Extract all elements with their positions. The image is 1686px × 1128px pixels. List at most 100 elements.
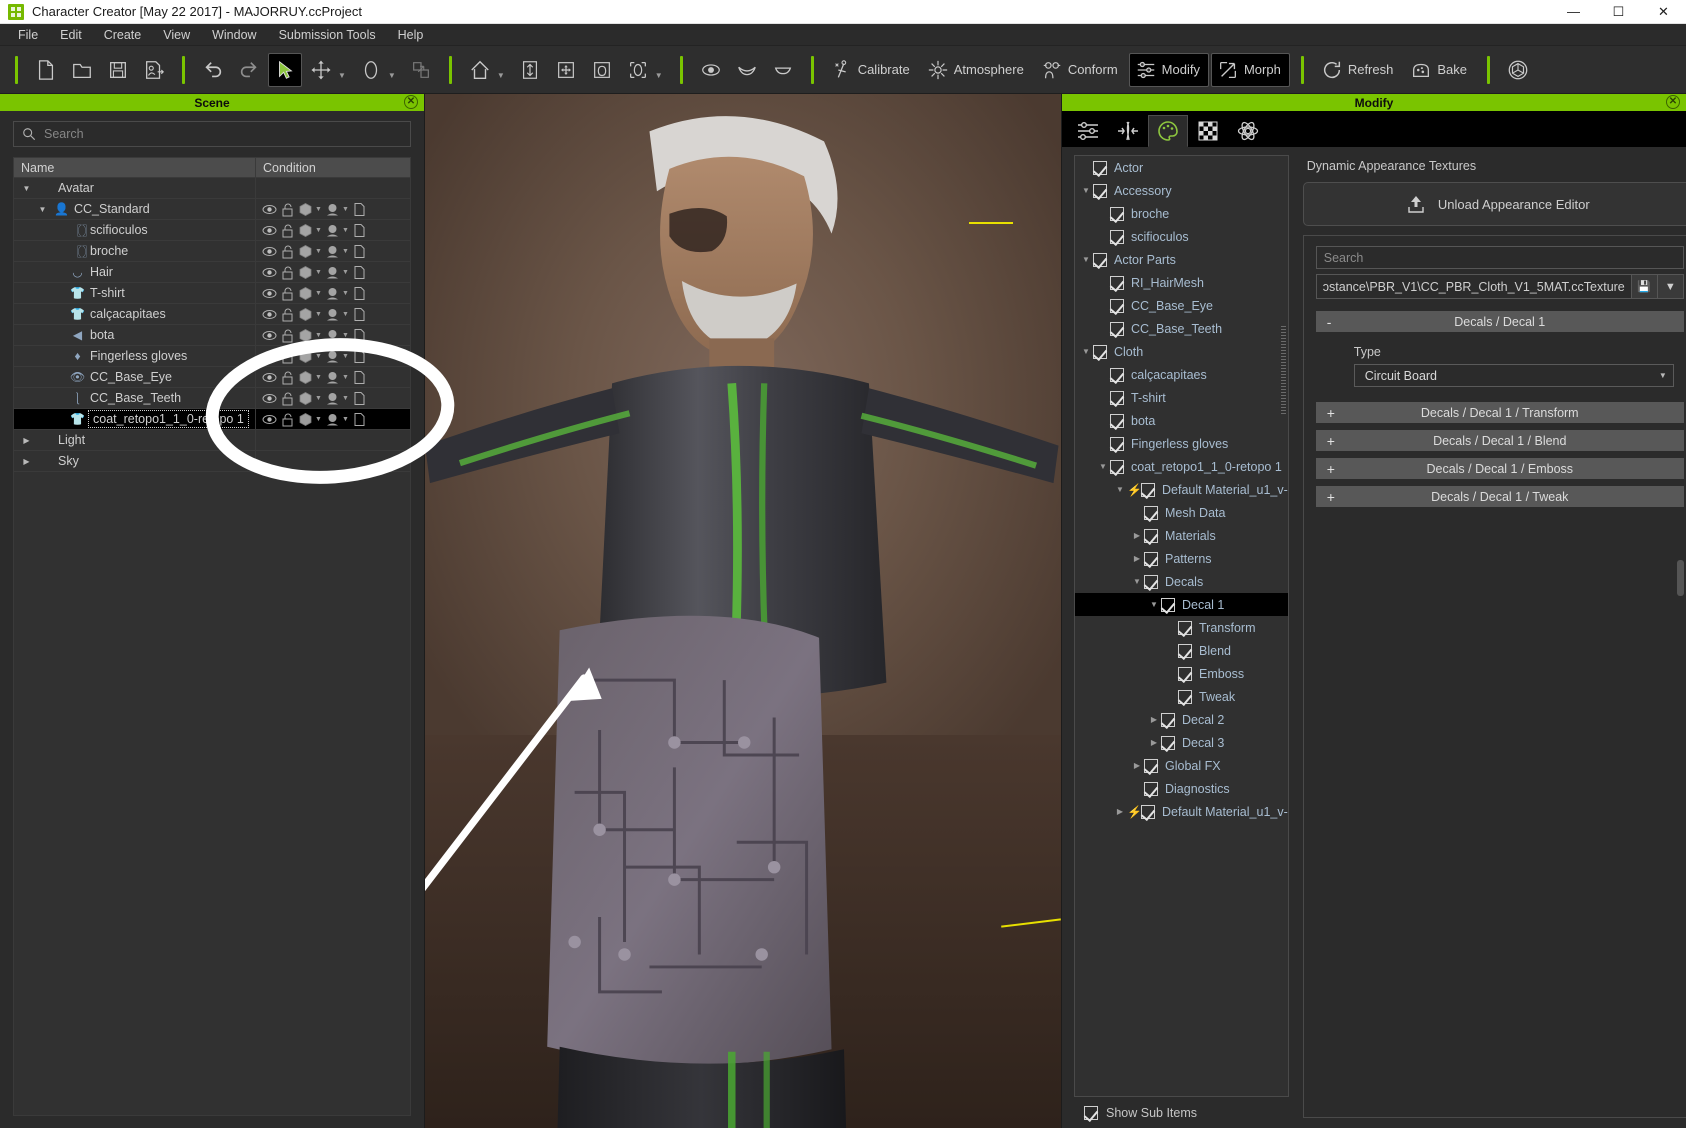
- material-sphere-icon[interactable]: [324, 327, 341, 343]
- layer-page-icon[interactable]: [351, 348, 368, 364]
- tree-item-checkbox[interactable]: [1144, 574, 1158, 589]
- visibility-eye-icon[interactable]: [261, 390, 278, 406]
- move-tool-button[interactable]: ▼: [304, 53, 352, 87]
- export-button[interactable]: [137, 53, 171, 87]
- tree-item-checkbox[interactable]: [1141, 482, 1155, 497]
- redo-button[interactable]: [232, 53, 266, 87]
- material-sphere-icon[interactable]: [324, 306, 341, 322]
- home-view-button[interactable]: ▼: [463, 53, 511, 87]
- chevron-down-icon[interactable]: ▼: [315, 206, 323, 213]
- list-item[interactable]: Mesh Data: [1075, 501, 1288, 524]
- layer-page-icon[interactable]: [351, 369, 368, 385]
- menu-item-submission-tools[interactable]: Submission Tools: [269, 25, 386, 45]
- layer-page-icon[interactable]: [351, 264, 368, 280]
- scene-tree[interactable]: ▼ Avatar ▼ 👤 CC_Standard ▼ ▼ 〖〗 scifioculos ▼ ▼ 〖〗 b…: [13, 177, 411, 1116]
- chevron-down-icon[interactable]: ▼: [342, 311, 350, 318]
- list-item[interactable]: calçacapitaes: [1075, 363, 1288, 386]
- layer-page-icon[interactable]: [351, 285, 368, 301]
- layer-page-icon[interactable]: [351, 306, 368, 322]
- modify-object-tree[interactable]: Actor ▼ Accessory broche scifioculos ▼ Actor P…: [1074, 155, 1289, 1097]
- layer-page-icon[interactable]: [351, 222, 368, 238]
- list-item[interactable]: RI_HairMesh: [1075, 271, 1288, 294]
- tree-item-checkbox[interactable]: [1110, 413, 1124, 428]
- list-item[interactable]: ▶ Decal 2: [1075, 708, 1288, 731]
- tree-item-checkbox[interactable]: [1110, 390, 1124, 405]
- chevron-down-icon[interactable]: ▼: [315, 269, 323, 276]
- new-file-button[interactable]: [29, 53, 63, 87]
- section-decal-1-emboss[interactable]: + Decals / Decal 1 / Emboss: [1315, 458, 1684, 479]
- chevron-right-icon[interactable]: ▶: [1113, 807, 1127, 816]
- chevron-down-icon[interactable]: ▼: [342, 395, 350, 402]
- tree-item-checkbox[interactable]: [1144, 781, 1158, 796]
- tree-item-checkbox[interactable]: [1161, 712, 1175, 727]
- refresh-button[interactable]: Refresh: [1315, 53, 1403, 87]
- list-item[interactable]: CC_Base_Teeth: [1075, 317, 1288, 340]
- lock-open-icon[interactable]: [279, 327, 296, 343]
- chevron-down-icon[interactable]: ▼: [342, 248, 350, 255]
- mesh-cube-icon[interactable]: [297, 264, 314, 280]
- tree-item-checkbox[interactable]: [1093, 160, 1107, 175]
- tree-item-checkbox[interactable]: [1110, 298, 1124, 313]
- chevron-down-icon[interactable]: ▼: [20, 184, 33, 193]
- mesh-cube-icon[interactable]: [297, 306, 314, 322]
- mesh-cube-icon[interactable]: [297, 201, 314, 217]
- chevron-down-icon[interactable]: ▼: [315, 290, 323, 297]
- fit-vertical-button[interactable]: [513, 53, 547, 87]
- mesh-cube-icon[interactable]: [297, 348, 314, 364]
- table-row[interactable]: ♦ Fingerless gloves ▼ ▼: [14, 346, 410, 367]
- modify-panel-close-icon[interactable]: ✕: [1666, 95, 1680, 109]
- list-item[interactable]: ▶ ⚡ Default Material_u1_v-: [1075, 800, 1288, 823]
- material-sphere-icon[interactable]: [324, 243, 341, 259]
- tree-item-checkbox[interactable]: [1161, 735, 1175, 750]
- list-item[interactable]: ▶ Global FX: [1075, 754, 1288, 777]
- appearance-search-box[interactable]: Search: [1315, 246, 1684, 269]
- lock-open-icon[interactable]: [279, 264, 296, 280]
- material-sphere-icon[interactable]: [324, 369, 341, 385]
- material-sphere-icon[interactable]: [324, 201, 341, 217]
- tree-item-checkbox[interactable]: [1110, 367, 1124, 382]
- scale-tool-button[interactable]: [404, 53, 438, 87]
- tab-texture[interactable]: [1188, 115, 1228, 147]
- tree-item-checkbox[interactable]: [1178, 689, 1192, 704]
- tree-item-checkbox[interactable]: [1093, 344, 1107, 359]
- table-row[interactable]: ▶ Light: [14, 430, 410, 451]
- scene-panel-close-icon[interactable]: ✕: [404, 95, 418, 109]
- mesh-cube-icon[interactable]: [297, 411, 314, 427]
- table-row[interactable]: 〖〗 broche ▼ ▼: [14, 241, 410, 262]
- modify-tree-scrollbar[interactable]: [1280, 326, 1286, 416]
- scene-item-label[interactable]: coat_retopo1_1_0-retopo 1: [88, 410, 249, 428]
- close-button[interactable]: ✕: [1641, 0, 1686, 24]
- material-sphere-icon[interactable]: [324, 390, 341, 406]
- list-item[interactable]: Emboss: [1075, 662, 1288, 685]
- layer-page-icon[interactable]: [351, 411, 368, 427]
- table-row[interactable]: ▼ Avatar: [14, 178, 410, 199]
- visibility-eye-icon[interactable]: [261, 327, 278, 343]
- maximize-button[interactable]: ☐: [1596, 0, 1641, 24]
- table-row[interactable]: ▶ Sky: [14, 451, 410, 472]
- chevron-down-icon[interactable]: ▼: [655, 71, 663, 86]
- tree-item-checkbox[interactable]: [1110, 206, 1124, 221]
- list-item[interactable]: Diagnostics: [1075, 777, 1288, 800]
- undo-button[interactable]: [196, 53, 230, 87]
- mesh-cube-icon[interactable]: [297, 369, 314, 385]
- tree-item-checkbox[interactable]: [1110, 229, 1124, 244]
- tab-mesh[interactable]: [1108, 115, 1148, 147]
- chevron-down-icon[interactable]: ▼: [1079, 255, 1093, 264]
- tree-item-checkbox[interactable]: [1141, 804, 1155, 819]
- chevron-right-icon[interactable]: ▶: [1130, 554, 1144, 563]
- mesh-cube-icon[interactable]: [297, 390, 314, 406]
- layer-page-icon[interactable]: [351, 243, 368, 259]
- list-item[interactable]: Tweak: [1075, 685, 1288, 708]
- chevron-down-icon[interactable]: ▼: [315, 332, 323, 339]
- mesh-cube-icon[interactable]: [297, 243, 314, 259]
- table-row[interactable]: ◡ Hair ▼ ▼: [14, 262, 410, 283]
- chevron-down-icon[interactable]: ▼: [1079, 186, 1093, 195]
- table-row[interactable]: ⎱ CC_Base_Teeth ▼ ▼: [14, 388, 410, 409]
- visibility-eye-icon[interactable]: [261, 201, 278, 217]
- lock-open-icon[interactable]: [279, 243, 296, 259]
- visibility-eye-icon[interactable]: [261, 411, 278, 427]
- mesh-cube-icon[interactable]: [297, 222, 314, 238]
- chevron-down-icon[interactable]: ▼: [315, 227, 323, 234]
- tree-item-checkbox[interactable]: [1144, 551, 1158, 566]
- tree-item-checkbox[interactable]: [1178, 620, 1192, 635]
